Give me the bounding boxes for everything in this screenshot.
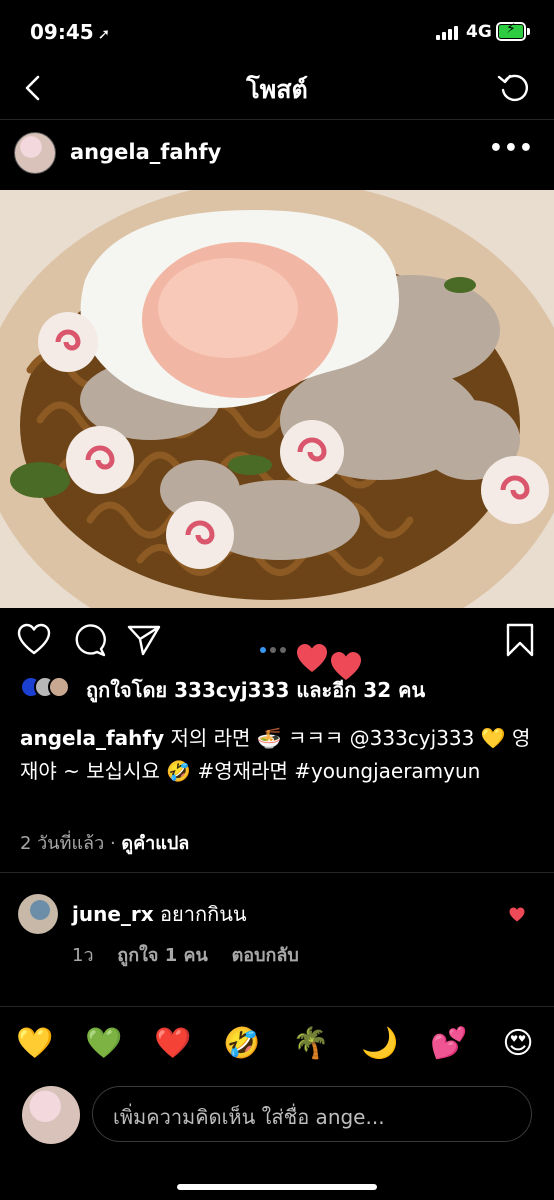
comment-likes[interactable]: ถูกใจ 1 คน [117, 945, 208, 966]
post-caption: angela_fahfy 저의 라면 🍜 ㅋㅋㅋ @333cyj333 💛 영재… [20, 722, 540, 788]
post-username[interactable]: angela_fahfy [70, 140, 221, 164]
reaction-two-hearts[interactable]: 💕 [427, 1022, 471, 1066]
heart-icon[interactable] [16, 622, 52, 658]
reaction-green-heart[interactable]: 💚 [82, 1022, 126, 1066]
comment-meta: 1ว ถูกใจ 1 คน ตอบกลับ [72, 940, 317, 969]
more-icon[interactable]: ••• [489, 136, 534, 161]
avatar [22, 1086, 80, 1144]
carousel-dots [260, 638, 290, 657]
status-time: 09:45 ➚ [30, 20, 111, 44]
comment-composer: เพิ่มความคิดเห็น ใส่ชื่อ ange... [0, 1086, 554, 1146]
reaction-heart-eyes[interactable]: 😍 [496, 1022, 540, 1066]
post-meta: 2 วันที่แล้ว · ดูคำแปล [20, 828, 189, 857]
post-time: 2 วันที่แล้ว [20, 833, 105, 854]
comment-placeholder: เพิ่มความคิดเห็น ใส่ชื่อ ange... [113, 1105, 385, 1129]
meta-separator: · [109, 833, 116, 854]
reaction-red-heart[interactable]: ❤️ [151, 1022, 195, 1066]
translate-link[interactable]: ดูคำแปล [121, 833, 189, 854]
comment-body: june_rx อยากกินน [72, 898, 247, 930]
post-header: angela_fahfy ••• [0, 128, 554, 182]
quick-reactions: 💛 💚 ❤️ 🤣 🌴 🌙 💕 😍 [0, 1022, 554, 1068]
liker-avatars [20, 676, 80, 698]
battery-icon: ⚡ [496, 21, 526, 41]
avatar[interactable] [14, 132, 56, 174]
share-icon[interactable] [126, 622, 162, 658]
bookmark-icon[interactable] [502, 622, 538, 658]
comment-time: 1ว [72, 945, 94, 966]
reaction-moon[interactable]: 🌙 [358, 1022, 402, 1066]
action-bar [0, 622, 554, 662]
network-label: 4G [466, 22, 492, 42]
page-title: โพสต์ [246, 75, 308, 104]
reply-button[interactable]: ตอบกลับ [232, 945, 299, 966]
likes-row[interactable]: ถูกใจโดย 333cyj333 และอีก 32 คน [20, 676, 540, 706]
comment-text: อยากกินน [160, 902, 247, 926]
likes-text: ถูกใจโดย 333cyj333 และอีก 32 คน [86, 678, 426, 702]
location-arrow-icon: ➚ [97, 25, 111, 43]
comment-icon[interactable] [72, 622, 108, 658]
refresh-icon[interactable] [496, 70, 532, 106]
signal-icon [436, 26, 462, 40]
home-indicator[interactable] [177, 1184, 377, 1190]
avatar[interactable] [18, 894, 58, 934]
post-image[interactable] [0, 190, 554, 608]
caption-username[interactable]: angela_fahfy [20, 726, 164, 750]
reaction-palm-tree[interactable]: 🌴 [289, 1022, 333, 1066]
reaction-yellow-heart[interactable]: 💛 [13, 1022, 57, 1066]
comment-heart-icon[interactable] [508, 906, 526, 924]
reaction-rofl[interactable]: 🤣 [220, 1022, 264, 1066]
comment-username[interactable]: june_rx [72, 902, 154, 926]
nav-bar: โพสต์ [0, 62, 554, 118]
comment-input[interactable]: เพิ่มความคิดเห็น ใส่ชื่อ ange... [92, 1086, 532, 1142]
status-bar: 09:45 ➚ 4G ⚡ [0, 0, 554, 62]
comment-item: june_rx อยากกินน 1ว ถูกใจ 1 คน ตอบกลับ [0, 890, 554, 980]
